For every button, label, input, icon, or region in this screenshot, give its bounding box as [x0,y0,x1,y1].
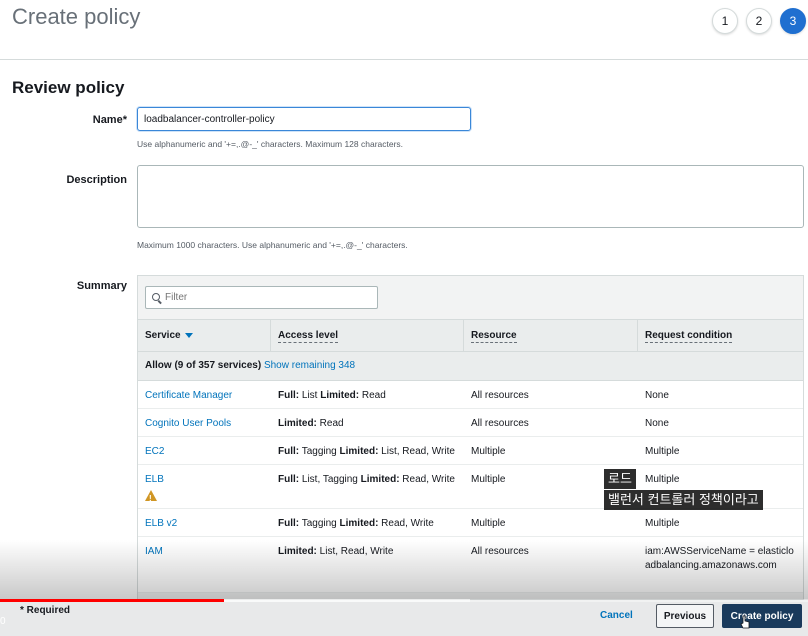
table-header: Service Access level Resource Request co… [138,319,803,352]
search-icon [152,292,162,303]
description-hint: Maximum 1000 characters. Use alphanumeri… [137,240,408,250]
step-2[interactable]: 2 [746,8,772,34]
allow-group-row: Allow (9 of 357 services) Show remaining… [138,352,803,381]
table-row: EC2 Full: Tagging Limited: List, Read, W… [138,437,803,465]
column-request-condition: Request condition [645,330,733,343]
column-access-level: Access level [271,320,464,351]
page-title: Create policy [12,4,141,29]
resource-cell: All resources [471,546,529,557]
hand-cursor-icon [740,615,750,629]
condition-cell: None [645,390,669,401]
service-link[interactable]: ELB [145,473,264,487]
condition-cell: None [645,418,669,429]
condition-cell: Multiple [645,518,680,529]
video-time: 0 [0,616,6,627]
access-level-cell: Full: Tagging Limited: Read, Write [278,518,434,529]
column-resource: Resource [464,320,638,351]
service-link[interactable]: Certificate Manager [138,381,271,408]
previous-button[interactable]: Previous [656,604,714,628]
warning-icon[interactable] [145,490,157,506]
page-footer: * Required Cancel Previous Create policy [0,600,808,636]
show-remaining-link[interactable]: Show remaining 348 [264,360,355,371]
sort-down-icon[interactable] [184,332,193,338]
table-row: Certificate Manager Full: List Limited: … [138,381,803,409]
service-link[interactable]: Cognito User Pools [138,409,271,436]
condition-cell: iam:AWSServiceName = elasticloadbalancin… [645,546,794,571]
video-progress-bar[interactable] [0,599,808,602]
service-link[interactable]: ELB v2 [138,509,271,536]
summary-table: Service Access level Resource Request co… [138,319,803,593]
required-note: * Required [20,605,71,616]
page-header: Create policy 1 2 3 [0,0,808,60]
resource-cell: All resources [471,418,529,429]
access-level-cell: Full: List Limited: Read [278,390,386,401]
access-level-cell: Full: List, Tagging Limited: Read, Write [278,474,455,485]
table-row: ELB v2 Full: Tagging Limited: Read, Writ… [138,509,803,537]
filter-input[interactable] [165,292,365,303]
column-service[interactable]: Service [138,320,271,351]
resource-cell: Multiple [471,446,506,457]
wizard-steps: 1 2 3 [712,8,806,34]
step-3-active[interactable]: 3 [780,8,806,34]
name-label: Name* [92,114,127,126]
summary-panel: Service Access level Resource Request co… [137,275,804,600]
service-link[interactable]: EC2 [138,437,271,464]
access-level-cell: Limited: Read [278,418,344,429]
filter-field[interactable] [145,286,378,309]
resource-cell: All resources [471,390,529,401]
step-1[interactable]: 1 [712,8,738,34]
section-title: Review policy [12,78,125,97]
summary-label: Summary [76,280,127,292]
service-cell: ELB [138,465,271,508]
create-policy-button[interactable]: Create policy [722,604,802,628]
table-row: IAM Limited: List, Read, Write All resou… [138,537,803,593]
description-textarea[interactable] [137,165,804,228]
access-level-cell: Full: Tagging Limited: List, Read, Write [278,446,455,457]
name-hint: Use alphanumeric and '+=,.@-_' character… [137,139,404,149]
condition-cell: Multiple [645,446,680,457]
access-level-cell: Limited: List, Read, Write [278,546,394,557]
table-row: Cognito User Pools Limited: Read All res… [138,409,803,437]
service-link[interactable]: IAM [138,537,271,592]
policy-name-input[interactable] [137,107,471,131]
resource-cell: Multiple [471,518,506,529]
caption-line-1: 로드 [604,469,636,489]
caption-line-2: 밸런서 컨트롤러 정책이라고 [604,490,763,510]
description-label: Description [66,174,127,186]
cancel-button[interactable]: Cancel [600,610,633,621]
allow-count: Allow (9 of 357 services) [145,360,262,371]
video-progress-fill [0,599,224,602]
